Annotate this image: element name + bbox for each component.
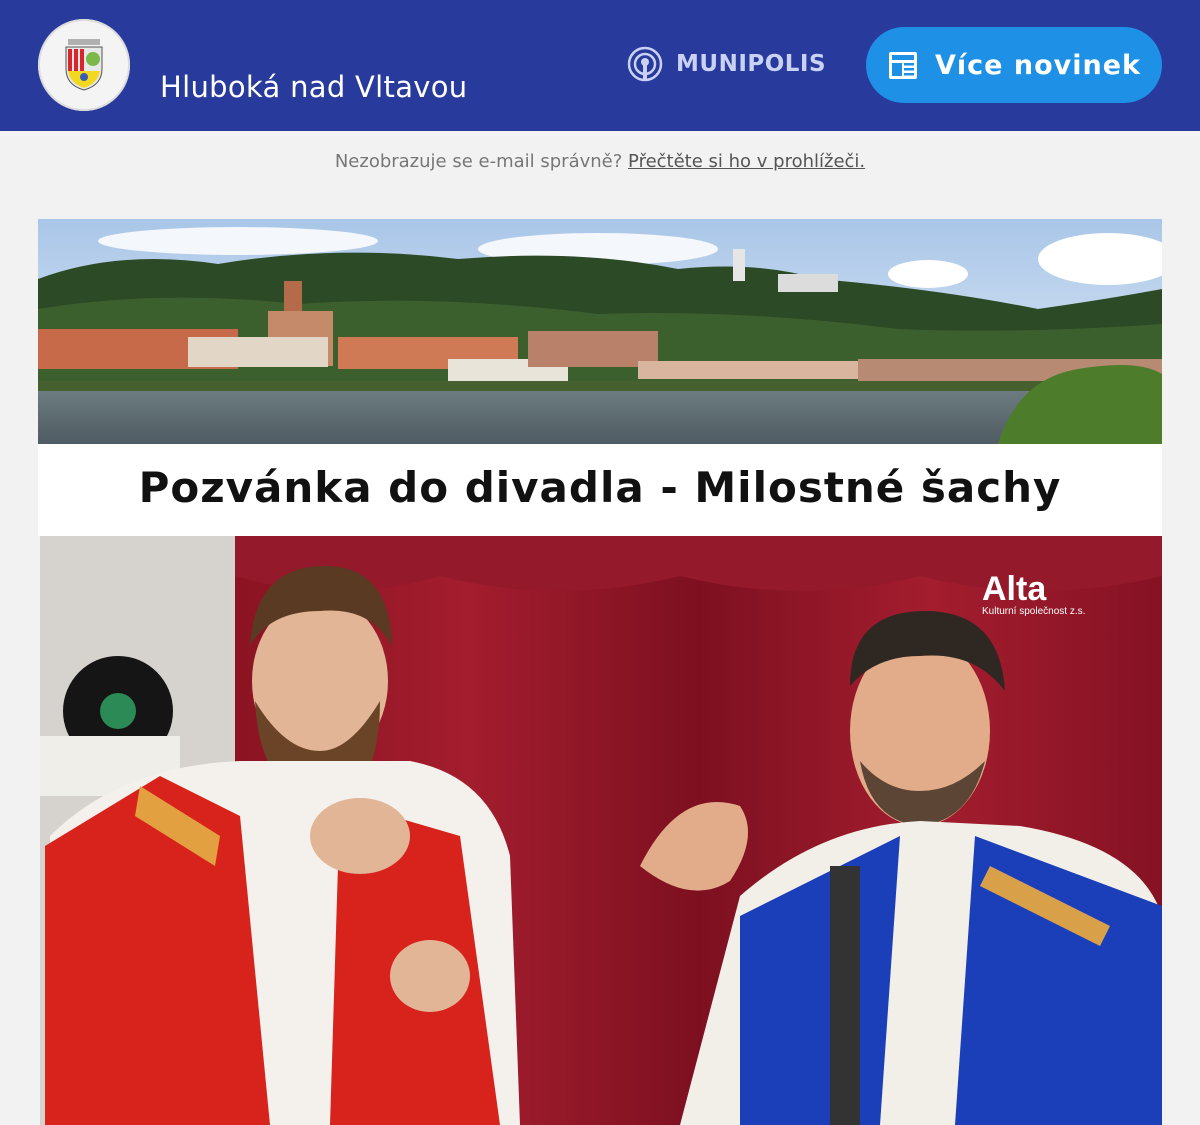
- browser-note-text: Nezobrazuje se e-mail správně?: [334, 151, 623, 172]
- browser-note: Nezobrazuje se e-mail správně? Přečtěte …: [0, 151, 1200, 172]
- broadcast-icon: [627, 46, 663, 82]
- munipolis-logo[interactable]: MUNIPOLIS: [626, 44, 826, 84]
- alta-subtitle: Kulturní společnost z.s.: [982, 606, 1085, 617]
- article-photo: Alta Kulturní společnost z.s.: [40, 536, 1162, 1125]
- more-news-button[interactable]: Více novinek: [866, 27, 1162, 103]
- article-title-band: Pozvánka do divadla - Milostné šachy: [38, 444, 1162, 536]
- town-name: Hluboká nad Vltavou: [160, 70, 468, 104]
- town-banner-image: [38, 219, 1162, 444]
- more-news-label: Více novinek: [935, 49, 1141, 81]
- newspaper-icon: [889, 52, 917, 79]
- coat-of-arms-icon: [65, 39, 103, 91]
- article-title: Pozvánka do divadla - Milostné šachy: [138, 463, 1062, 512]
- alta-logo: Alta: [982, 570, 1047, 608]
- email-header: Hluboká nad Vltavou MUNIPOLIS Více novin…: [0, 0, 1200, 131]
- view-in-browser-link[interactable]: Přečtěte si ho v prohlížeči.: [628, 151, 865, 172]
- platform-name: MUNIPOLIS: [676, 51, 827, 77]
- town-logo[interactable]: [38, 19, 130, 111]
